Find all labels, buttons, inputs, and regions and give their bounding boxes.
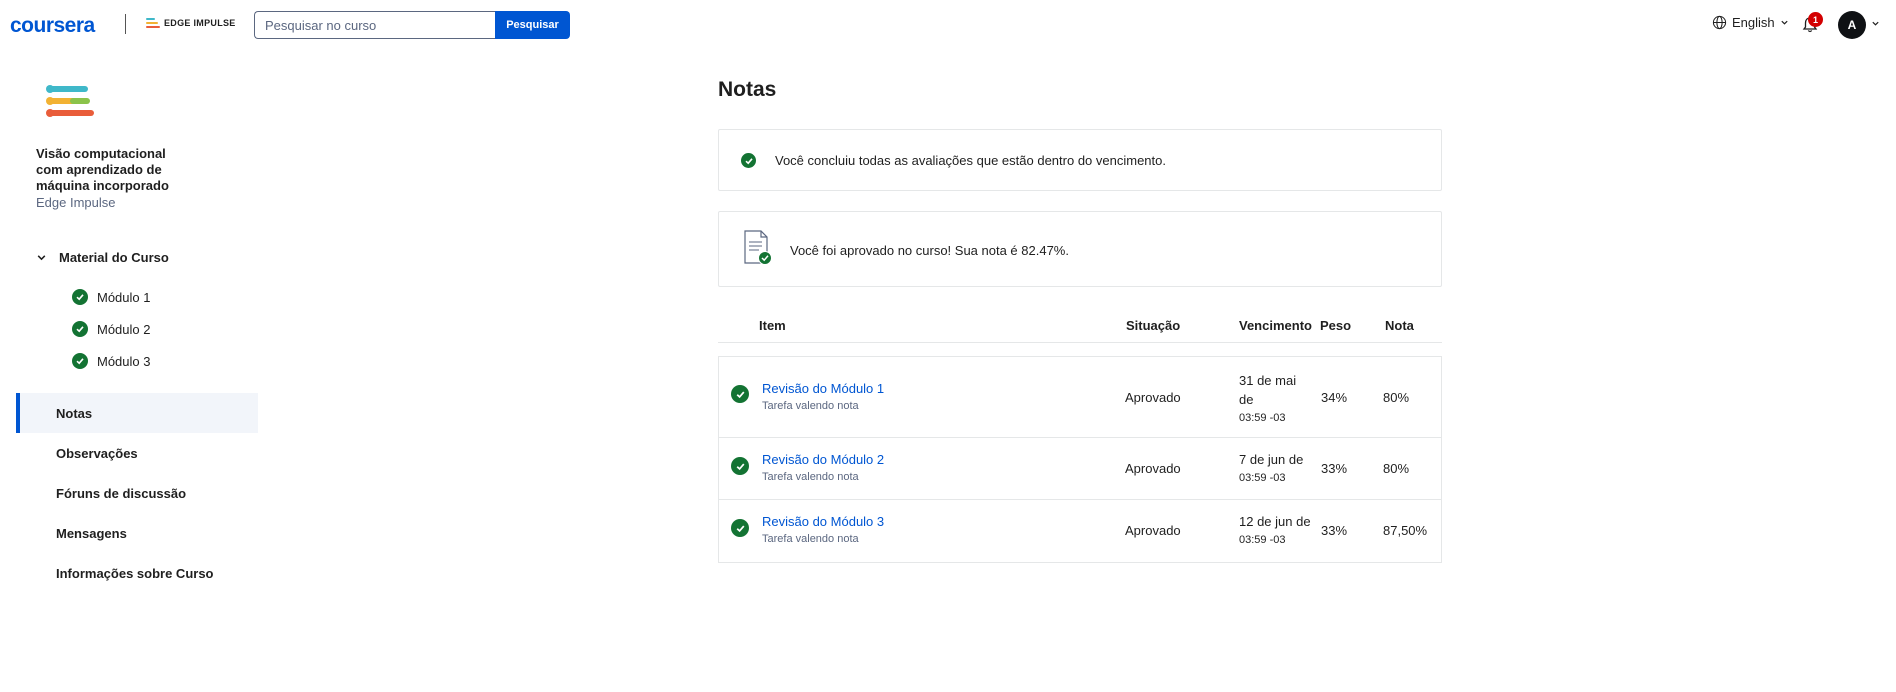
due-time: 03:59 -03 xyxy=(1239,534,1286,546)
assignment-link[interactable]: Revisão do Módulo 1 xyxy=(762,381,884,396)
sidebar-item-informacoes[interactable]: Informações sobre Curso xyxy=(16,553,258,593)
language-label: English xyxy=(1732,15,1775,30)
column-header-item: Item xyxy=(759,318,786,333)
column-header-status: Situação xyxy=(1126,318,1181,333)
check-circle-icon xyxy=(72,289,88,305)
status-value: Aprovado xyxy=(1125,390,1181,405)
assignment-type: Tarefa valendo nota xyxy=(762,400,859,412)
assignment-link[interactable]: Revisão do Módulo 2 xyxy=(762,452,884,467)
due-date: 31 de mai de xyxy=(1239,373,1297,407)
table-row: Revisão do Módulo 1 Tarefa valendo nota … xyxy=(719,357,1441,438)
status-value: Aprovado xyxy=(1125,461,1181,476)
chevron-down-icon xyxy=(37,255,46,261)
course-partner: Edge Impulse xyxy=(36,195,116,210)
check-circle-icon xyxy=(72,353,88,369)
course-logo-icon xyxy=(46,85,94,117)
due-date-cell: 12 de jun de 03:59 -03 xyxy=(1239,512,1319,550)
due-date: 12 de jun de xyxy=(1239,514,1311,529)
grades-table: Revisão do Módulo 1 Tarefa valendo nota … xyxy=(718,356,1442,563)
top-header: coursera EDGE IMPULSE Pesquisar English … xyxy=(0,0,1896,50)
course-material-toggle[interactable]: Material do Curso xyxy=(36,250,169,265)
due-date-cell: 31 de mai de 03:59 -03 xyxy=(1239,371,1311,428)
coursera-logo[interactable]: coursera xyxy=(10,14,95,38)
sidebar-item-notas[interactable]: Notas xyxy=(16,393,258,433)
check-circle-icon xyxy=(731,519,749,537)
module-label: Módulo 2 xyxy=(97,321,151,337)
due-date-cell: 7 de jun de 03:59 -03 xyxy=(1239,450,1319,488)
column-header-due: Vencimento xyxy=(1239,318,1312,333)
assignment-type: Tarefa valendo nota xyxy=(762,533,859,545)
weight-value: 33% xyxy=(1321,523,1348,538)
grade-value: 87,50% xyxy=(1383,523,1428,538)
column-header-grade: Nota xyxy=(1385,318,1414,333)
assignment-link[interactable]: Revisão do Módulo 3 xyxy=(762,514,884,529)
page-title: Notas xyxy=(718,78,777,101)
module-label: Módulo 1 xyxy=(97,289,151,305)
search-button[interactable]: Pesquisar xyxy=(495,11,570,39)
weight-value: 34% xyxy=(1321,390,1348,405)
check-circle-icon xyxy=(741,153,756,168)
sidebar-item-mensagens[interactable]: Mensagens xyxy=(16,513,258,553)
edge-impulse-icon xyxy=(146,18,160,28)
passed-notice: Você foi aprovado no curso! Sua nota é 8… xyxy=(718,211,1442,287)
grade-value: 80% xyxy=(1383,461,1410,476)
weight-value: 33% xyxy=(1321,461,1348,476)
table-row: Revisão do Módulo 2 Tarefa valendo nota … xyxy=(719,438,1441,500)
course-material-label: Material do Curso xyxy=(59,250,169,265)
due-date: 7 de jun de xyxy=(1239,452,1304,467)
module-label: Módulo 3 xyxy=(97,353,151,369)
due-time: 03:59 -03 xyxy=(1239,412,1286,424)
check-circle-icon xyxy=(72,321,88,337)
completion-notice: Você concluiu todas as avaliações que es… xyxy=(718,129,1442,191)
table-row: Revisão do Módulo 3 Tarefa valendo nota … xyxy=(719,500,1441,562)
partner-name: EDGE IMPULSE xyxy=(164,18,236,28)
sidebar-item-observacoes[interactable]: Observações xyxy=(16,433,258,473)
avatar[interactable]: A xyxy=(1838,11,1866,39)
sidebar-item-module-2[interactable]: Módulo 2 xyxy=(72,321,150,337)
logo-divider xyxy=(125,14,126,34)
notification-badge: 1 xyxy=(1808,12,1823,27)
assignment-type: Tarefa valendo nota xyxy=(762,471,859,483)
completion-notice-text: Você concluiu todas as avaliações que es… xyxy=(775,153,1166,168)
header-divider xyxy=(718,342,1442,343)
sidebar-item-module-3[interactable]: Módulo 3 xyxy=(72,353,150,369)
due-time: 03:59 -03 xyxy=(1239,472,1286,484)
partner-logo[interactable]: EDGE IMPULSE xyxy=(146,18,236,28)
status-value: Aprovado xyxy=(1125,523,1181,538)
sidebar-item-module-1[interactable]: Módulo 1 xyxy=(72,289,150,305)
column-header-weight: Peso xyxy=(1320,318,1352,333)
sidebar-item-foruns[interactable]: Fóruns de discussão xyxy=(16,473,258,513)
globe-icon xyxy=(1712,15,1727,30)
check-circle-icon xyxy=(731,385,749,403)
check-circle-icon xyxy=(731,457,749,475)
passed-notice-text: Você foi aprovado no curso! Sua nota é 8… xyxy=(790,243,1069,258)
chevron-down-icon[interactable] xyxy=(1871,19,1880,28)
grade-value: 80% xyxy=(1383,390,1410,405)
document-check-icon xyxy=(744,230,772,265)
search-input[interactable] xyxy=(254,11,495,39)
language-selector[interactable]: English xyxy=(1712,15,1789,30)
course-title[interactable]: Visão computacional com aprendizado de m… xyxy=(36,146,196,194)
chevron-down-icon xyxy=(1781,20,1788,25)
